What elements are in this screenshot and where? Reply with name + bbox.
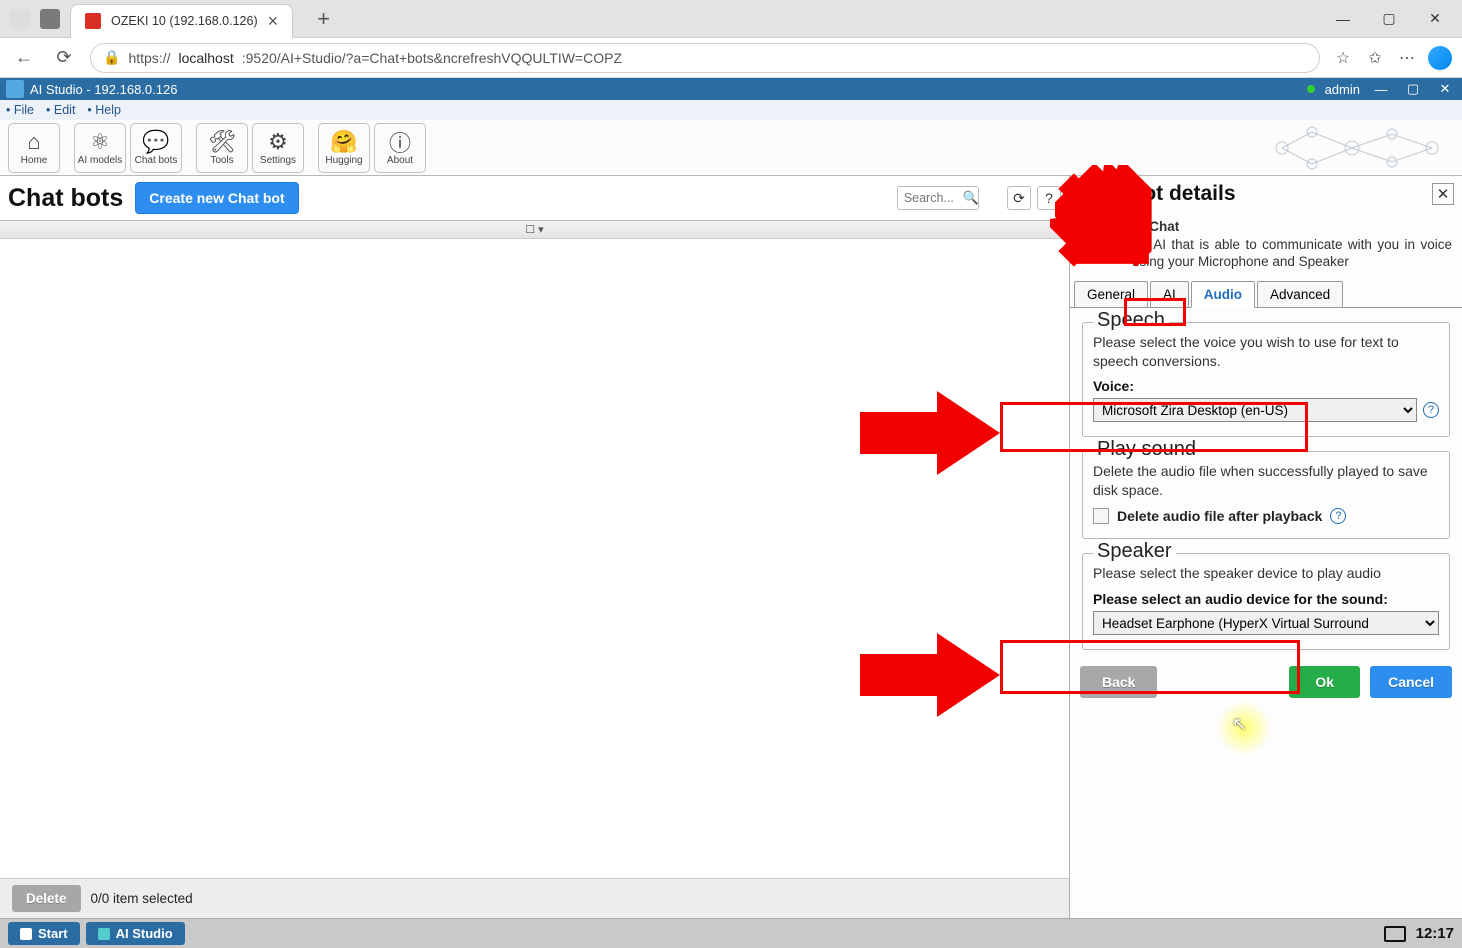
- annotation-arrow-icon: [860, 630, 1000, 720]
- app-title: AI Studio - 192.168.0.126: [30, 82, 177, 97]
- window-maximize-button[interactable]: ▢: [1370, 4, 1408, 34]
- taskbar-clock: 12:17: [1416, 925, 1454, 942]
- speaker-fieldset: Speaker Please select the speaker device…: [1082, 553, 1450, 650]
- annotation-arrow-icon: [1055, 165, 1165, 285]
- voice-help-icon[interactable]: ?: [1423, 402, 1439, 418]
- hug-icon: 🤗: [330, 129, 357, 155]
- window-minimize-button[interactable]: —: [1324, 4, 1362, 34]
- search-icon[interactable]: 🔍: [963, 190, 979, 206]
- browser-tab-strip: OZEKI 10 (192.168.0.126) × + — ▢ ✕: [0, 0, 1462, 38]
- list-column-toggle[interactable]: ☐ ▾: [0, 221, 1069, 239]
- menu-bar: File Edit Help: [0, 100, 1462, 120]
- taskbar: Start AI Studio 12:17: [0, 918, 1462, 948]
- status-dot-icon: [1307, 85, 1315, 93]
- ai-studio-icon: [98, 928, 110, 940]
- tab-advanced[interactable]: Advanced: [1257, 281, 1343, 308]
- decorative-network-art: [1242, 120, 1462, 176]
- refresh-button[interactable]: ⟳: [1007, 186, 1031, 210]
- desc-body: An AI that is able to communicate with y…: [1132, 237, 1452, 270]
- toolbar-ai-models-button[interactable]: ⚛AI models: [74, 123, 126, 173]
- toolbar-home-button[interactable]: ⌂Home: [8, 123, 60, 173]
- annotation-highlight-box: [1000, 402, 1308, 452]
- url-domain: localhost: [178, 50, 233, 66]
- profile-icon[interactable]: [10, 9, 30, 29]
- page-title: Chat bots: [8, 184, 123, 213]
- keyboard-icon[interactable]: [1384, 926, 1406, 942]
- tab-title: OZEKI 10 (192.168.0.126): [111, 14, 258, 28]
- taskbar-ai-studio-button[interactable]: AI Studio: [86, 922, 185, 945]
- speaker-desc: Please select the speaker device to play…: [1093, 564, 1439, 583]
- app-minimize-button[interactable]: —: [1370, 80, 1392, 98]
- app-close-button[interactable]: ✕: [1434, 80, 1456, 98]
- more-icon[interactable]: ⋯: [1396, 47, 1418, 69]
- app-maximize-button[interactable]: ▢: [1402, 80, 1424, 98]
- toolbar-about-button[interactable]: ⓘAbout: [374, 123, 426, 173]
- address-bar: ← ⟳ 🔒 https:// localhost :9520/AI+Studio/?…: [0, 38, 1462, 78]
- toolbar: ⌂Home ⚛AI models 💬Chat bots 🛠Tools ⚙Sett…: [0, 120, 1462, 176]
- speaker-label: Please select an audio device for the so…: [1093, 591, 1439, 607]
- main-area: Chat bots Create new Chat bot 🔍 ⟳ ? ☐ ▾ …: [0, 176, 1462, 918]
- tab-audio[interactable]: Audio: [1191, 281, 1255, 308]
- toolbar-hugging-button[interactable]: 🤗Hugging: [318, 123, 370, 173]
- url-field[interactable]: 🔒 https:// localhost :9520/AI+Studio/?a=Ch…: [90, 43, 1320, 73]
- toolbar-chat-bots-button[interactable]: 💬Chat bots: [130, 123, 182, 173]
- delete-button[interactable]: Delete: [12, 885, 81, 912]
- edge-copilot-icon[interactable]: [1428, 46, 1452, 70]
- menu-help[interactable]: Help: [87, 103, 121, 117]
- url-prefix: https://: [128, 50, 170, 66]
- speaker-legend: Speaker: [1093, 540, 1176, 563]
- speaker-select[interactable]: Headset Earphone (HyperX Virtual Surroun…: [1093, 611, 1439, 635]
- create-chat-bot-button[interactable]: Create new Chat bot: [135, 182, 298, 214]
- delete-audio-checkbox[interactable]: [1093, 508, 1109, 524]
- details-close-button[interactable]: ✕: [1432, 183, 1454, 205]
- ai-models-icon: ⚛: [90, 129, 110, 155]
- playsound-fieldset: Play sound Delete the audio file when su…: [1082, 451, 1450, 539]
- left-header: Chat bots Create new Chat bot 🔍 ⟳ ?: [0, 176, 1069, 221]
- favorites-icon[interactable]: ✩: [1364, 47, 1386, 69]
- list-footer: Delete 0/0 item selected: [0, 878, 1069, 918]
- tab-close-icon[interactable]: ×: [268, 11, 279, 32]
- selection-count: 0/0 item selected: [91, 891, 193, 906]
- delete-audio-label: Delete audio file after playback: [1117, 508, 1322, 524]
- cursor-icon: ↖: [1232, 714, 1247, 735]
- workspaces-icon[interactable]: [40, 9, 60, 29]
- toolbar-settings-button[interactable]: ⚙Settings: [252, 123, 304, 173]
- nav-back-button[interactable]: ←: [10, 44, 38, 72]
- app-user[interactable]: admin: [1325, 82, 1360, 97]
- audio-panel: Speech Please select the voice you wish …: [1070, 308, 1462, 650]
- voice-label: Voice:: [1093, 378, 1439, 394]
- window-close-button[interactable]: ✕: [1416, 4, 1454, 34]
- app-title-bar: AI Studio - 192.168.0.126 admin — ▢ ✕: [0, 78, 1462, 100]
- taskbar-start-button[interactable]: Start: [8, 922, 80, 945]
- menu-file[interactable]: File: [6, 103, 34, 117]
- cancel-button[interactable]: Cancel: [1370, 666, 1452, 698]
- speech-desc: Please select the voice you wish to use …: [1093, 333, 1439, 371]
- app-logo-icon: [6, 80, 24, 98]
- details-pane: Chat bot details ✕ 🗣 AI Chat An AI that …: [1070, 176, 1462, 918]
- start-icon: [20, 928, 32, 940]
- main-left-pane: Chat bots Create new Chat bot 🔍 ⟳ ? ☐ ▾ …: [0, 176, 1070, 918]
- annotation-arrow-icon: [860, 388, 1000, 478]
- delete-audio-help-icon[interactable]: ?: [1330, 508, 1346, 524]
- tools-icon: 🛠: [208, 129, 236, 155]
- toolbar-tools-button[interactable]: 🛠Tools: [196, 123, 248, 173]
- info-icon: ⓘ: [389, 129, 411, 155]
- desc-heading: AI Chat: [1132, 218, 1452, 236]
- chat-bot-list: [0, 239, 1069, 918]
- home-icon: ⌂: [27, 129, 40, 155]
- annotation-highlight-box: [1000, 640, 1300, 694]
- playsound-desc: Delete the audio file when successfully …: [1093, 462, 1439, 500]
- url-rest: :9520/AI+Studio/?a=Chat+bots&ncrefreshVQ…: [242, 50, 622, 66]
- new-tab-button[interactable]: +: [317, 6, 330, 32]
- browser-tab[interactable]: OZEKI 10 (192.168.0.126) ×: [70, 4, 293, 38]
- star-icon[interactable]: ☆: [1332, 47, 1354, 69]
- annotation-highlight-box: [1124, 298, 1186, 326]
- lock-icon: 🔒: [103, 49, 120, 66]
- menu-edit[interactable]: Edit: [46, 103, 75, 117]
- chat-icon: 💬: [142, 129, 169, 155]
- tab-favicon-icon: [85, 13, 101, 29]
- gear-icon: ⚙: [268, 129, 288, 155]
- nav-refresh-button[interactable]: ⟳: [50, 44, 78, 72]
